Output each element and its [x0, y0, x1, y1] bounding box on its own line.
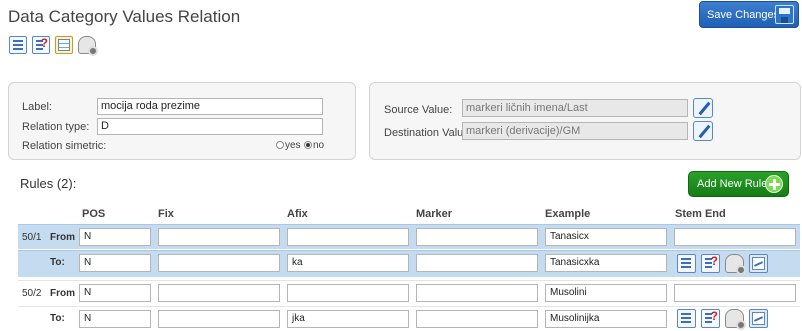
stem-end-input[interactable]	[674, 228, 796, 246]
example-input[interactable]: Musolini	[545, 284, 667, 302]
rule-id: 50/1	[22, 232, 42, 243]
database-gear-icon[interactable]	[725, 309, 746, 330]
pos-input[interactable]: N	[79, 310, 151, 328]
plus-icon	[765, 175, 783, 193]
list-icon[interactable]	[9, 36, 27, 54]
pos-input[interactable]: N	[79, 228, 151, 246]
example-input[interactable]: Tanasicx	[545, 228, 667, 246]
rule-direction: From	[50, 288, 75, 299]
col-stem-end: Stem End	[675, 208, 726, 220]
afix-input[interactable]: ka	[287, 254, 409, 272]
rule-direction: To:	[50, 313, 65, 324]
example-input[interactable]: Musolinijka	[545, 310, 667, 328]
col-afix: Afix	[287, 208, 308, 220]
chart-icon[interactable]	[749, 309, 768, 328]
marker-input[interactable]	[416, 310, 538, 328]
rule-id: 50/2	[22, 288, 42, 299]
pos-input[interactable]: N	[79, 254, 151, 272]
rule-direction: To:	[50, 257, 65, 268]
stem-end-input[interactable]	[674, 284, 796, 302]
fix-input[interactable]	[158, 254, 280, 272]
label-caption: Label:	[22, 101, 52, 113]
marker-input[interactable]	[416, 284, 538, 302]
pos-input[interactable]: N	[79, 284, 151, 302]
source-value-field: markeri ličnih imena/Last	[462, 99, 688, 117]
grid-icon[interactable]	[55, 36, 73, 54]
example-input[interactable]: Tanasicxka	[545, 254, 667, 272]
values-panel	[369, 82, 801, 160]
col-marker: Marker	[416, 208, 453, 220]
add-new-rule-button[interactable]: Add New Rule	[688, 171, 789, 197]
afix-input[interactable]	[287, 284, 409, 302]
relation-type-caption: Relation type:	[22, 121, 90, 133]
database-gear-icon[interactable]	[725, 254, 746, 275]
list-question-icon[interactable]: ?	[32, 36, 50, 54]
col-fix: Fix	[158, 208, 174, 220]
list-icon[interactable]	[677, 254, 696, 273]
marker-input[interactable]	[416, 254, 538, 272]
simetric-yes-label: yes	[285, 140, 301, 151]
simetric-no-radio[interactable]	[304, 141, 312, 149]
rules-title: Rules (2):	[20, 176, 77, 191]
edit-source-pencil-icon[interactable]	[693, 98, 713, 118]
fix-input[interactable]	[158, 284, 280, 302]
edit-destination-pencil-icon[interactable]	[693, 121, 713, 141]
col-pos: POS	[82, 208, 106, 220]
afix-input[interactable]: jka	[287, 310, 409, 328]
page-title: Data Category Values Relation	[8, 7, 241, 26]
floppy-disk-icon	[775, 5, 794, 24]
relation-simetric-caption: Relation simetric:	[22, 140, 107, 152]
marker-input[interactable]	[416, 228, 538, 246]
label-input[interactable]: mocija roda prezime	[97, 98, 323, 115]
add-new-rule-label: Add New Rule	[697, 178, 768, 190]
relation-type-input[interactable]: D	[97, 118, 323, 135]
simetric-no-label: no	[313, 140, 325, 151]
chart-icon[interactable]	[749, 254, 768, 273]
list-icon[interactable]	[677, 309, 696, 328]
list-question-icon[interactable]: ?	[701, 309, 720, 328]
save-changes-label: Save Changes	[707, 8, 780, 21]
col-example: Example	[545, 208, 591, 220]
rule-direction: From	[50, 232, 75, 243]
save-changes-button[interactable]: Save Changes	[699, 1, 799, 28]
simetric-yes-radio[interactable]	[276, 141, 284, 149]
destination-value-field: markeri (derivacije)/GM	[462, 122, 688, 140]
fix-input[interactable]	[158, 310, 280, 328]
afix-input[interactable]	[287, 228, 409, 246]
destination-value-caption: Destination Value:	[384, 127, 473, 139]
fix-input[interactable]	[158, 228, 280, 246]
list-question-icon[interactable]: ?	[701, 254, 720, 273]
database-gear-icon[interactable]	[78, 36, 98, 56]
source-value-caption: Source Value:	[384, 104, 453, 116]
